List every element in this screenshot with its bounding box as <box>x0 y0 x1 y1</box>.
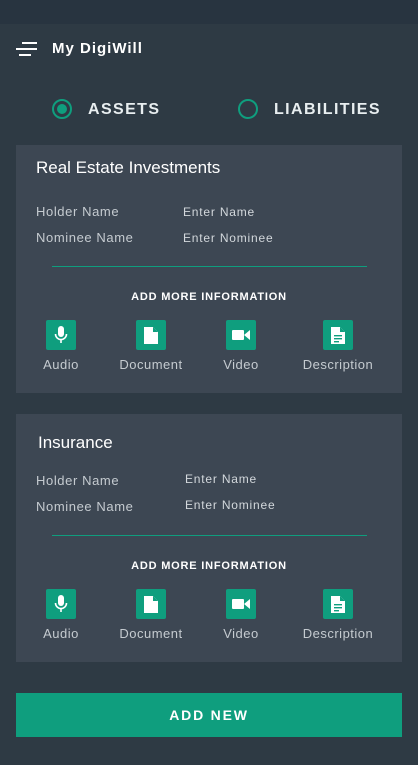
app-title: My DigiWill <box>52 40 143 57</box>
menu-icon[interactable] <box>16 41 38 57</box>
video-button[interactable]: Video <box>196 589 286 649</box>
app-header: My DigiWill <box>0 24 418 74</box>
audio-button[interactable]: Audio <box>16 589 106 649</box>
asset-card: Real Estate Investments Holder Name Ente… <box>16 145 402 393</box>
assets-radio[interactable] <box>52 99 72 119</box>
tab-assets[interactable]: ASSETS <box>88 101 160 119</box>
holder-name-label: Holder Name <box>36 473 120 488</box>
video-camera-icon <box>226 320 256 350</box>
audio-label: Audio <box>43 357 79 372</box>
add-new-button[interactable]: ADD NEW <box>16 693 402 737</box>
document-button[interactable]: Document <box>106 589 196 649</box>
description-icon <box>323 320 353 350</box>
add-more-info-label: ADD MORE INFORMATION <box>131 291 287 303</box>
video-camera-icon <box>226 589 256 619</box>
description-label: Description <box>302 626 374 641</box>
document-label: Document <box>119 626 183 641</box>
description-label: Description <box>302 357 374 372</box>
document-icon <box>136 320 166 350</box>
asset-card: Insurance Holder Name Enter Name Nominee… <box>16 414 402 662</box>
document-icon <box>136 589 166 619</box>
document-label: Document <box>119 357 183 372</box>
liabilities-radio[interactable] <box>238 99 258 119</box>
audio-label: Audio <box>43 626 79 641</box>
microphone-icon <box>46 589 76 619</box>
add-more-info-label: ADD MORE INFORMATION <box>131 560 287 572</box>
description-button[interactable]: Description <box>293 589 383 649</box>
status-bar <box>0 0 418 24</box>
holder-name-label: Holder Name <box>36 204 120 219</box>
card-title: Insurance <box>38 433 113 452</box>
video-button[interactable]: Video <box>196 320 286 380</box>
card-title: Real Estate Investments <box>36 158 221 177</box>
holder-name-field[interactable]: Enter Name <box>185 472 257 486</box>
microphone-icon <box>46 320 76 350</box>
holder-name-field[interactable]: Enter Name <box>183 205 255 219</box>
nominee-name-field[interactable]: Enter Nominee <box>185 498 275 512</box>
asset-type-tabs: ASSETS LIABILITIES <box>0 90 418 130</box>
description-button[interactable]: Description <box>293 320 383 380</box>
document-button[interactable]: Document <box>106 320 196 380</box>
audio-button[interactable]: Audio <box>16 320 106 380</box>
video-label: Video <box>223 357 259 372</box>
divider <box>52 266 367 267</box>
video-label: Video <box>223 626 259 641</box>
tab-liabilities[interactable]: LIABILITIES <box>274 101 381 119</box>
nominee-name-label: Nominee Name <box>36 499 134 514</box>
nominee-name-label: Nominee Name <box>36 230 134 245</box>
description-icon <box>323 589 353 619</box>
divider <box>52 535 367 536</box>
nominee-name-field[interactable]: Enter Nominee <box>183 231 273 245</box>
